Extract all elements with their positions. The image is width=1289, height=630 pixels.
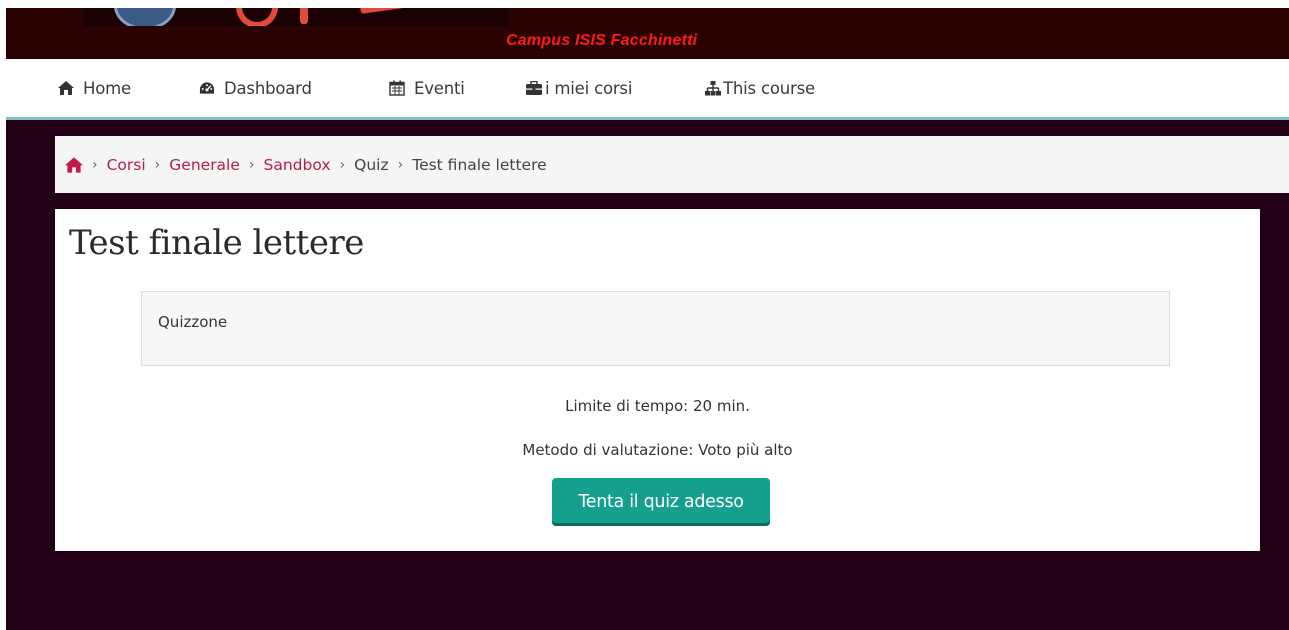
breadcrumb-separator: › [339, 156, 346, 173]
quiz-grading-method: Metodo di valutazione: Voto più alto [522, 441, 793, 459]
page-title: Test finale lettere [69, 223, 364, 263]
breadcrumb: › Corsi › Generale › Sandbox › Quiz › Te… [55, 136, 1289, 193]
breadcrumb-link-sandbox[interactable]: Sandbox [264, 156, 331, 174]
calendar-icon [389, 80, 405, 96]
breadcrumb-separator: › [154, 156, 161, 173]
site-logo[interactable] [84, 8, 508, 26]
nav-item-label: Dashboard [224, 78, 312, 98]
sitemap-icon [705, 80, 721, 96]
breadcrumb-link-generale[interactable]: Generale [169, 156, 240, 174]
logo-globe-graphic [114, 8, 176, 26]
nav-item-eventi[interactable]: Eventi [389, 77, 465, 99]
dashboard-icon [199, 80, 215, 96]
main-region: › Corsi › Generale › Sandbox › Quiz › Te… [6, 120, 1289, 630]
breadcrumb-separator: › [397, 156, 404, 173]
quiz-intro-text: Quizzone [158, 313, 228, 331]
main-navbar: Home Dashboard Eventi i miei corsi This … [6, 59, 1289, 120]
nav-item-label: This course [723, 78, 815, 98]
logo-letter-graphic [359, 8, 419, 14]
site-name[interactable]: Campus ISIS Facchinetti [506, 32, 697, 50]
quiz-intro-box: Quizzone [141, 291, 1170, 366]
page: Campus ISIS Facchinetti Home Dashboard E… [0, 0, 1289, 630]
nav-item-label: Eventi [414, 78, 465, 98]
breadcrumb-item-current: Test finale lettere [412, 155, 547, 174]
logo-letter-graphic [236, 8, 278, 26]
breadcrumb-separator: › [92, 156, 98, 173]
logo-letter-graphic [300, 8, 308, 24]
home-icon [58, 80, 74, 96]
nav-item-home[interactable]: Home [58, 77, 131, 99]
briefcase-icon [526, 80, 542, 96]
nav-item-dashboard[interactable]: Dashboard [199, 77, 312, 99]
breadcrumb-link-corsi[interactable]: Corsi [107, 156, 146, 174]
site-header-banner: Campus ISIS Facchinetti [6, 8, 1289, 59]
nav-item-this-course[interactable]: This course [705, 77, 815, 99]
nav-item-label: Home [83, 78, 131, 98]
nav-item-label: i miei corsi [545, 78, 633, 98]
nav-item-i-miei-corsi[interactable]: i miei corsi [526, 77, 632, 99]
start-quiz-button[interactable]: Tenta il quiz adesso [552, 478, 770, 526]
quiz-content-card: Test finale lettere Quizzone Limite di t… [55, 209, 1260, 551]
quiz-time-limit: Limite di tempo: 20 min. [565, 397, 750, 415]
breadcrumb-separator: › [248, 156, 255, 173]
breadcrumb-home-icon[interactable] [65, 156, 83, 174]
breadcrumb-item-quiz: Quiz [354, 155, 389, 174]
